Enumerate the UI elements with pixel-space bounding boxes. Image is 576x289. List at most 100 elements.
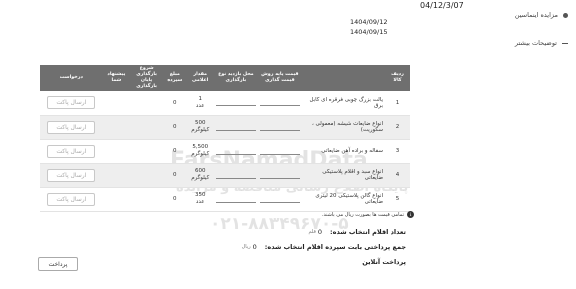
quantity-cell: 5,500 کیلوگرم (186, 139, 214, 164)
visit-place-cell (213, 163, 258, 188)
request-cell: ارسال پاکت (40, 139, 103, 164)
base-price-field (259, 196, 300, 203)
visit-place-field (215, 196, 256, 203)
table-header-row: ردیف کالا قیمت پایه روش قیمت گذاری محل ب… (40, 65, 410, 91)
col-request: درخواست (40, 65, 103, 91)
request-cell: ارسال پاکت (40, 115, 103, 140)
dates-block: 1404/09/12 1404/09/15 (350, 17, 414, 37)
pay-button[interactable]: پرداخت (38, 257, 78, 271)
selected-count-row: تعداد اقلام انتخاب شده: 0 قلم (309, 228, 406, 236)
offer-cell (102, 163, 131, 188)
visit-place-field (215, 172, 256, 179)
table-row: 2 انواع ضایعات شیشه (معمولی ، سکوریت) 50… (40, 115, 410, 140)
base-price-field (259, 124, 300, 131)
deposit-total-unit: ریال (241, 244, 251, 250)
offer-cell (102, 139, 131, 164)
row-unit: کیلوگرم (191, 175, 210, 181)
selected-count-value: 0 (317, 228, 323, 236)
row-quantity: 600 (194, 168, 206, 174)
row-unit: کیلوگرم (191, 127, 210, 133)
upload-dates-cell (130, 115, 164, 140)
selected-count-unit: قلم (308, 229, 316, 235)
row-unit: عدد (195, 199, 205, 205)
base-price-field (259, 148, 300, 155)
row-deposit: 0 (163, 115, 187, 140)
visit-place-cell (213, 139, 258, 164)
end-date: 1404/09/15 (350, 28, 388, 36)
row-deposit: 0 (163, 187, 187, 212)
base-price-field (259, 99, 300, 107)
table-row: 5 انواع گالن پلاستیکی 20 لیتری ضایعاتی 3… (40, 187, 410, 212)
upload-dates-cell (130, 187, 164, 212)
table-row: 3 سفاله و براده آهن ضایعاتی 5,500 کیلوگرم… (40, 139, 410, 164)
row-quantity: 350 (194, 192, 206, 198)
row-name: انواع گالن پلاستیکی 20 لیتری ضایعاتی (301, 187, 385, 212)
row-name: انواع سبد و اقلام پلاستیکی ضایعاتی (301, 163, 385, 188)
row-quantity: 5,500 (192, 144, 209, 150)
deposit-total-row: جمع پرداختی بابت سپرده اقلام انتخاب شده:… (242, 243, 406, 251)
auction-number: 04/12/3/07 (420, 1, 464, 10)
currency-note-text: تمامی قیمت ها بصورت ریال می باشند. (321, 211, 404, 218)
visit-place-cell (213, 187, 258, 212)
col-visit-place: محل بازدید نوع بارگذاری (213, 65, 258, 91)
request-cell: ارسال پاکت (40, 163, 103, 188)
row-name: سفاله و براده آهن ضایعاتی (301, 139, 385, 164)
col-base-price: قیمت پایه روش قیمت گذاری (257, 65, 302, 91)
visit-place-cell (213, 115, 258, 140)
quantity-cell: 500 کیلوگرم (186, 115, 214, 140)
deposit-total-label: جمع پرداختی بابت سپرده اقلام انتخاب شده: (264, 243, 406, 251)
offer-cell (102, 91, 131, 116)
send-envelope-button[interactable]: ارسال پاکت (47, 96, 96, 110)
online-payment-label: پرداخت آنلاین (362, 258, 406, 266)
bullet-icon (563, 12, 568, 18)
row-quantity: 500 (194, 120, 206, 126)
more-details-label: توضیحات بیشتر (514, 39, 557, 47)
collapse-icon (562, 42, 568, 44)
page-title: مزایده اینماسین (514, 11, 558, 19)
send-envelope-button[interactable]: ارسال پاکت (47, 144, 96, 158)
visit-place-field (215, 124, 256, 131)
row-unit: عدد (195, 102, 205, 109)
quantity-cell: 350 عدد (186, 187, 214, 212)
table-row: 4 انواع سبد و اقلام پلاستیکی ضایعاتی 600… (40, 163, 410, 188)
info-icon: i (407, 211, 414, 218)
base-price-cell (257, 139, 302, 164)
more-details-toggle[interactable]: توضیحات بیشتر (515, 39, 568, 47)
row-index: 5 (385, 187, 410, 212)
start-date: 1404/09/12 (350, 18, 388, 26)
row-quantity: 1 (198, 95, 202, 102)
row-name: انواع ضایعات شیشه (معمولی ، سکوریت) (301, 115, 385, 140)
page-header: مزایده اینماسین (0, 8, 568, 22)
col-name (301, 65, 385, 91)
col-upload-dates: شروع بارگذاری پایان بارگذاری (130, 65, 164, 91)
send-envelope-button[interactable]: ارسال پاکت (47, 120, 96, 134)
send-envelope-button[interactable]: ارسال پاکت (47, 192, 96, 206)
visit-place-cell (213, 91, 258, 116)
upload-dates-cell (130, 163, 164, 188)
visit-place-field (215, 99, 256, 107)
online-payment-row: پرداخت آنلاین (362, 258, 406, 266)
request-cell: ارسال پاکت (40, 187, 103, 212)
offer-cell (102, 115, 131, 140)
row-deposit: 0 (163, 163, 187, 188)
base-price-cell (257, 115, 302, 140)
row-deposit: 0 (163, 139, 187, 164)
items-table: ردیف کالا قیمت پایه روش قیمت گذاری محل ب… (40, 65, 410, 212)
send-envelope-button[interactable]: ارسال پاکت (47, 168, 96, 182)
base-price-field (259, 172, 300, 179)
row-index: 3 (385, 139, 410, 164)
request-cell: ارسال پاکت (40, 91, 103, 116)
row-index: 4 (385, 163, 410, 188)
row-unit: کیلوگرم (191, 151, 210, 157)
col-index: ردیف کالا (385, 65, 410, 91)
col-deposit: مبلغ سپرده (163, 65, 187, 91)
table-row: 1 یالت بزرگ چوبی فرقره ای کابل برق 1 عدد … (40, 91, 410, 116)
row-deposit: 0 (163, 91, 187, 116)
selected-count-label: تعداد اقلام انتخاب شده: (330, 228, 406, 236)
upload-dates-cell (130, 139, 164, 164)
col-your-offer: پیشنهاد شما (102, 65, 131, 91)
row-index: 2 (385, 115, 410, 140)
deposit-total-value: 0 (252, 243, 257, 251)
quantity-cell: 1 عدد (186, 91, 214, 116)
row-index: 1 (385, 91, 410, 116)
